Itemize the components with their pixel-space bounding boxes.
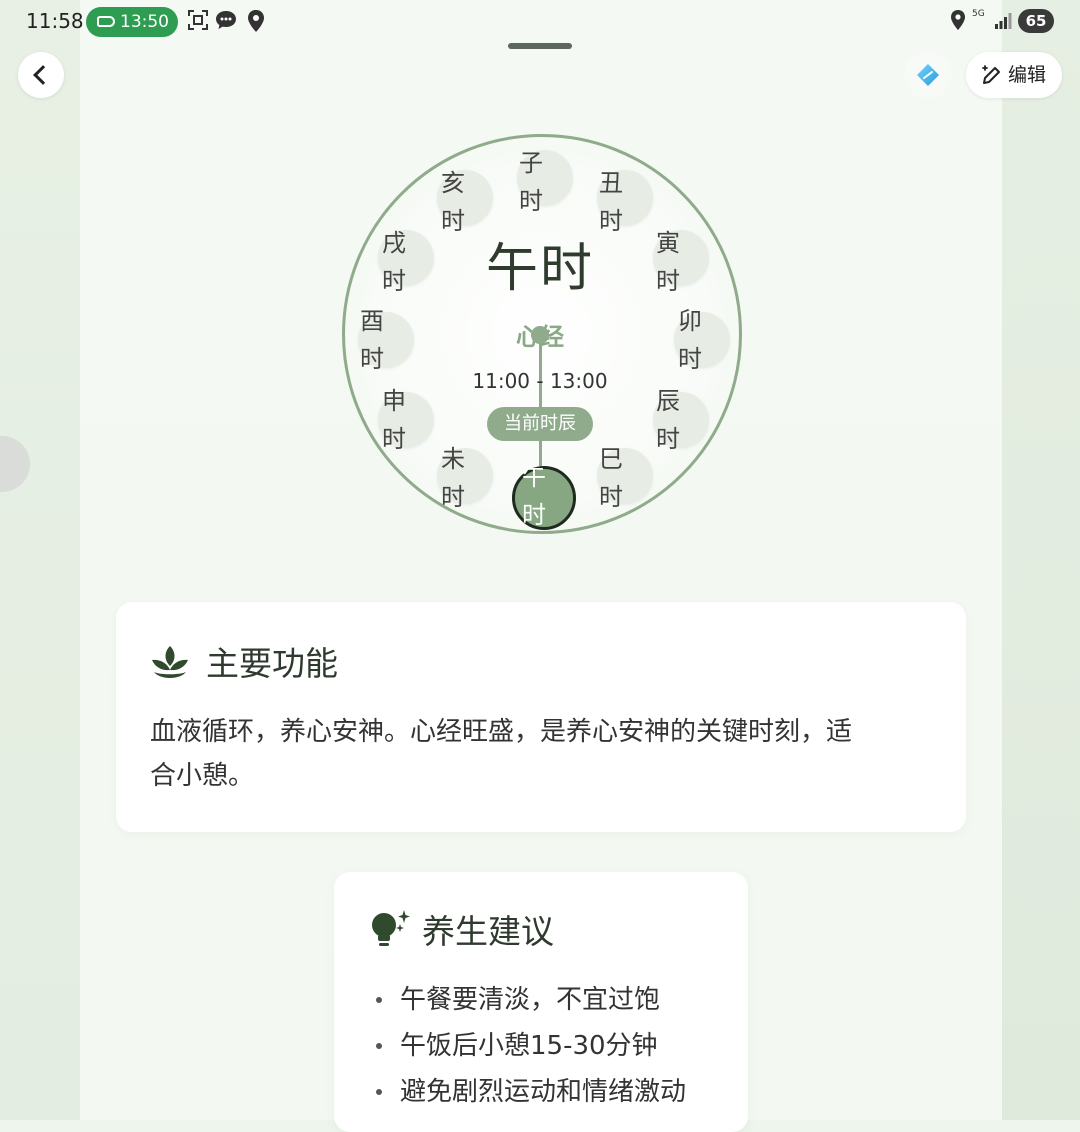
sparkle-diamond-icon [917,64,939,86]
bullet-icon [376,997,382,1003]
signal-icon [995,13,1012,29]
hour-label-hai: 亥时 [441,169,465,235]
location-pin-icon [244,9,268,33]
current-shichen-badge: 当前时辰 [487,407,593,441]
status-pill-time: 13:50 [120,12,169,32]
hour-label-chen: 辰时 [656,387,680,453]
sheet-grabber[interactable] [508,43,572,49]
hour-label-chou: 丑时 [599,169,623,235]
hour-label-mao: 卯时 [678,307,702,373]
tip-item-2: 午饭后小憩15-30分钟 [400,1031,658,1061]
location-icon [946,9,970,33]
hour-label-shen: 申时 [382,387,406,453]
current-time-range: 11:00 - 13:00 [472,369,608,393]
right-background-panel [1002,0,1080,1120]
main-function-card: 主要功能 血液循环，养心安神。心经旺盛，是养心安神的关键时刻，适 合小憩。 [116,602,966,832]
current-shichen-title: 午时 [485,239,594,299]
hour-label-zi: 子时 [519,149,543,215]
bed-icon [97,16,115,27]
back-button[interactable] [18,52,64,98]
main-function-line-1: 血液循环，养心安神。心经旺盛，是养心安神的关键时刻，适 [150,717,853,747]
main-function-line-2: 合小憩。 [150,761,255,791]
left-background-panel [0,0,80,1120]
hour-label-wu: 午时 [522,463,546,529]
hour-label-yin: 寅时 [656,229,680,295]
edit-label: 编辑 [1008,64,1047,86]
health-tips-title: 养生建议 [422,912,554,951]
status-activity-pill[interactable]: 13:50 [86,7,178,37]
status-time: 11:58 [26,9,84,33]
ai-assistant-button[interactable] [904,52,952,98]
tip-item-1: 午餐要清淡，不宜过饱 [400,985,661,1015]
clock-hand-pivot [531,326,549,344]
status-bar: 11:58 13:50 5G 65 [0,0,1080,44]
message-icon [214,9,238,33]
hour-label-wei: 未时 [441,445,465,511]
lotus-icon [152,646,188,678]
bullet-icon [376,1043,382,1049]
tip-item-3: 避免剧烈运动和情绪激动 [400,1077,687,1107]
health-tips-card: 养生建议 午餐要清淡，不宜过饱 午饭后小憩15-30分钟 避免剧烈运动和情绪激动 [334,872,748,1132]
scan-icon [186,9,210,33]
pencil-icon [982,65,1000,84]
battery-indicator: 65 [1018,9,1054,33]
clock-hand [539,336,542,466]
lightbulb-icon [372,910,410,946]
hour-label-xu: 戌时 [382,229,406,295]
hour-label-si: 巳时 [599,445,623,511]
network-type: 5G [972,9,985,19]
hour-label-you: 酉时 [360,307,384,373]
edit-button[interactable]: 编辑 [966,52,1062,98]
chevron-left-icon [33,65,53,85]
main-function-title: 主要功能 [206,644,338,683]
bullet-icon [376,1089,382,1095]
